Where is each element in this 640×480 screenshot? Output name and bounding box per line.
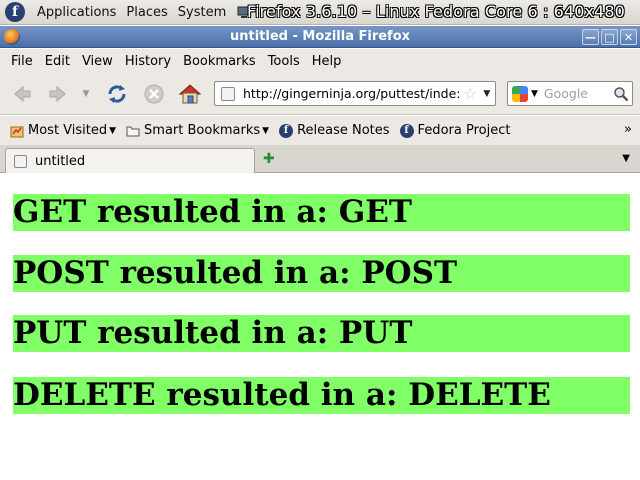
maximize-button[interactable]: □ (601, 29, 618, 45)
bookmark-label: Smart Bookmarks (144, 123, 261, 138)
result-heading-post: POST resulted in a: POST (13, 255, 630, 292)
tab-favicon-icon (14, 155, 27, 168)
menu-history[interactable]: History (119, 54, 177, 69)
close-button[interactable]: ✕ (620, 29, 637, 45)
url-text[interactable]: http://gingerninja.org/puttest/inde: (243, 86, 461, 101)
search-engine-dropdown-icon[interactable]: ▼ (531, 89, 538, 99)
result-heading-put: PUT resulted in a: PUT (13, 315, 630, 352)
tab-untitled[interactable]: untitled (5, 148, 255, 174)
menu-tools[interactable]: Tools (262, 54, 306, 69)
home-button[interactable] (177, 81, 203, 107)
search-input[interactable]: Google (544, 86, 613, 101)
reload-button[interactable] (104, 81, 130, 107)
panel-menu-places[interactable]: Places (121, 5, 172, 20)
chevron-down-icon: ▼ (109, 125, 117, 136)
bookmark-smart-bookmarks[interactable]: Smart Bookmarks ▼ (126, 123, 269, 138)
bookmark-fedora-project[interactable]: f Fedora Project (399, 123, 511, 138)
bookmark-label: Most Visited (28, 123, 108, 138)
screenshot-overlay-title: Firefox 3.6.10 – Linux Fedora Core 6 : 6… (247, 2, 625, 21)
history-dropdown-button[interactable]: ▼ (77, 81, 95, 107)
panel-menu-applications[interactable]: Applications (32, 5, 121, 20)
bookmark-star-icon[interactable]: ☆ (463, 84, 477, 103)
result-heading-delete: DELETE resulted in a: DELETE (13, 377, 630, 414)
menu-file[interactable]: File (5, 54, 39, 69)
forward-arrow-icon (49, 85, 66, 103)
bookmark-most-visited[interactable]: Most Visited ▼ (10, 123, 116, 138)
tab-label: untitled (35, 154, 86, 169)
menu-bookmarks[interactable]: Bookmarks (177, 54, 262, 69)
fedora-icon: f (279, 123, 294, 138)
url-bar[interactable]: http://gingerninja.org/puttest/inde: ☆ ▼ (214, 81, 496, 106)
forward-button[interactable] (45, 81, 71, 107)
reload-icon (108, 85, 126, 103)
google-engine-icon[interactable] (512, 85, 528, 102)
minimize-button[interactable]: — (582, 29, 599, 45)
back-button[interactable] (9, 81, 35, 107)
panel-menu-system[interactable]: System (173, 5, 231, 20)
gnome-top-panel: f Applications Places System Firefox 3.6… (0, 0, 640, 25)
bookmark-label: Release Notes (297, 123, 390, 138)
chevron-down-icon: ▼ (262, 125, 270, 136)
bookmarks-toolbar: Most Visited ▼ Smart Bookmarks ▼ f Relea… (0, 116, 640, 145)
back-arrow-icon (14, 85, 31, 103)
page-favicon-icon (221, 86, 235, 101)
bookmark-label: Fedora Project (417, 123, 511, 138)
stop-icon (144, 84, 164, 104)
window-title: untitled - Mozilla Firefox (229, 29, 411, 44)
window-titlebar[interactable]: untitled - Mozilla Firefox — □ ✕ (0, 26, 640, 48)
menu-help[interactable]: Help (306, 54, 348, 69)
page-content: GET resulted in a: GET POST resulted in … (0, 173, 640, 480)
navigation-toolbar: ▼ http://gingerninja.org/puttest/inde: ☆… (0, 73, 640, 115)
stop-button[interactable] (141, 81, 167, 107)
home-icon (178, 84, 202, 104)
search-bar[interactable]: ▼ Google (507, 81, 633, 106)
folder-icon (126, 126, 140, 136)
tab-list-dropdown-icon[interactable]: ▼ (622, 153, 630, 164)
menu-edit[interactable]: Edit (39, 54, 76, 69)
fedora-logo-icon[interactable]: f (5, 2, 25, 22)
menubar: File Edit View History Bookmarks Tools H… (0, 49, 640, 73)
fedora-icon: f (399, 123, 414, 138)
search-icon[interactable] (613, 86, 629, 102)
most-visited-icon (10, 126, 24, 137)
menu-view[interactable]: View (76, 54, 119, 69)
bookmark-release-notes[interactable]: f Release Notes (279, 123, 390, 138)
new-tab-button[interactable]: ✚ (263, 151, 275, 167)
tab-strip: untitled ✚ ▼ (0, 145, 640, 174)
bookmarks-overflow-chevron-icon[interactable]: » (624, 122, 632, 137)
url-dropdown-icon[interactable]: ▼ (483, 89, 490, 99)
result-heading-get: GET resulted in a: GET (13, 194, 630, 231)
